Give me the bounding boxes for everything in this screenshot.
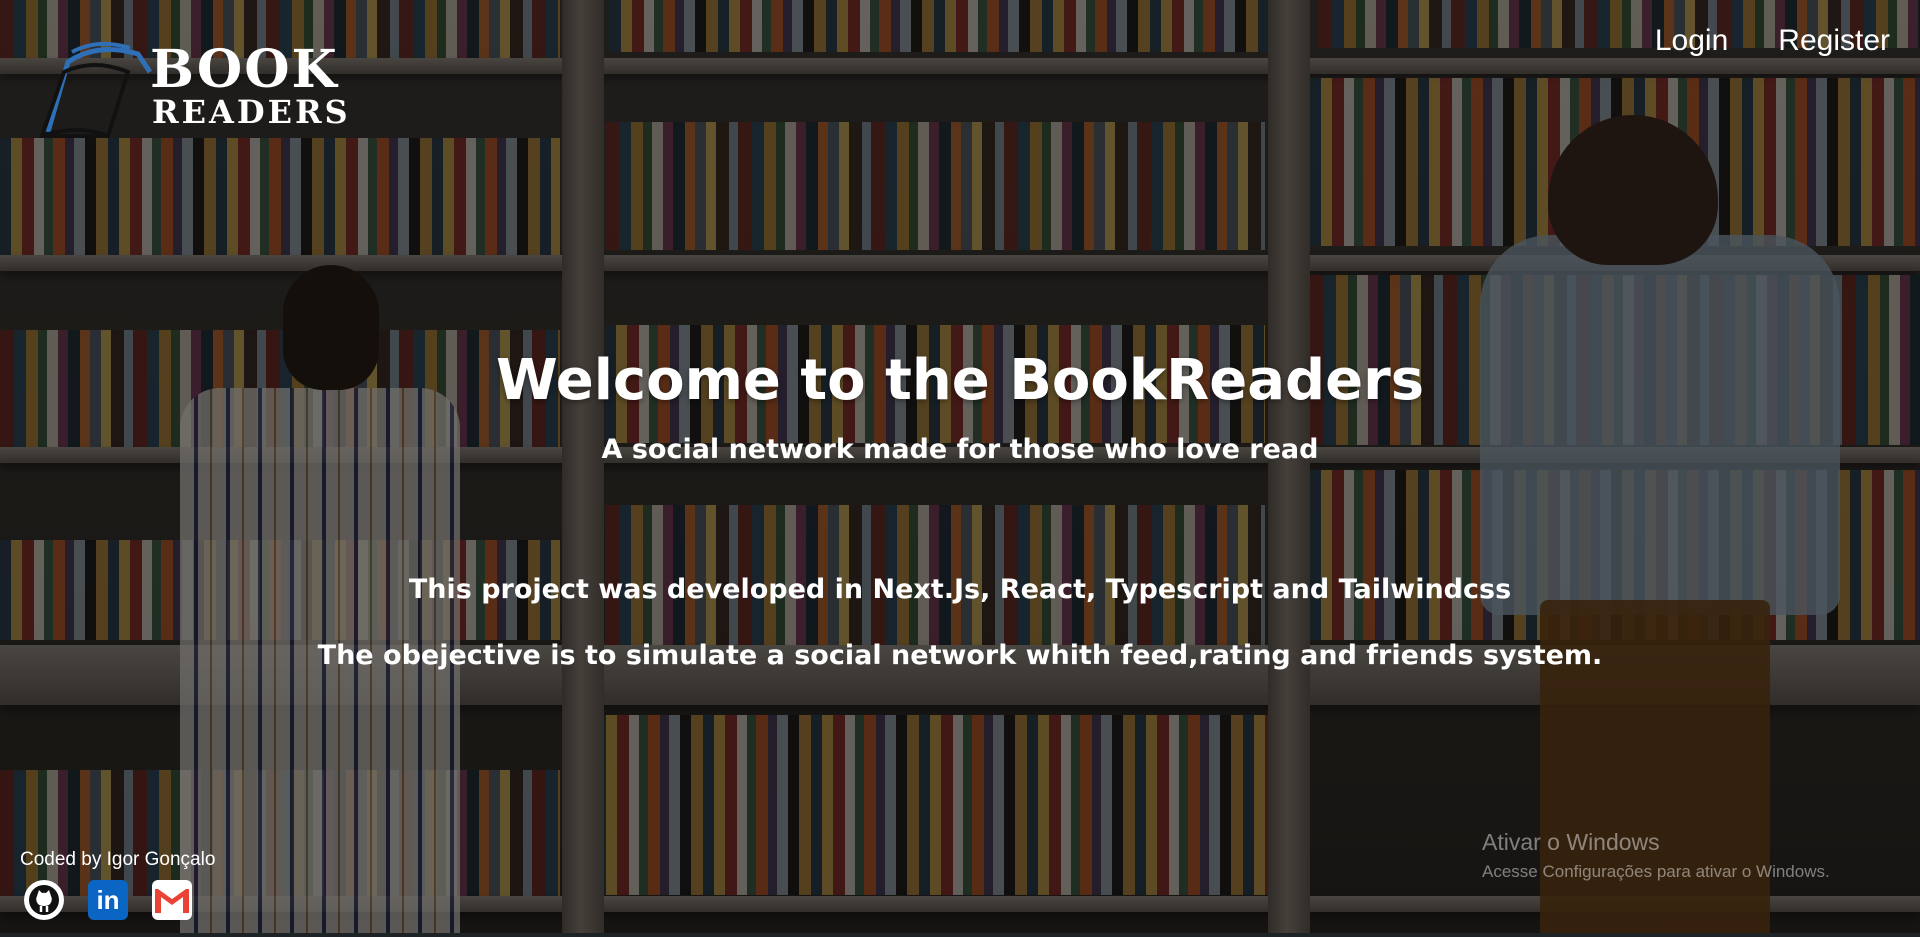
gmail-icon[interactable] (152, 880, 192, 920)
register-link[interactable]: Register (1778, 24, 1890, 58)
top-nav: Login Register (1655, 24, 1890, 58)
windows-activation-watermark: Ativar o Windows Acesse Configurações pa… (1482, 829, 1830, 882)
logo-text-book: BOOK (150, 39, 339, 100)
open-book-icon (39, 41, 153, 138)
project-description: This project was developed in Next.Js, R… (408, 574, 1512, 605)
github-icon[interactable] (24, 880, 64, 920)
linkedin-icon[interactable]: in (88, 880, 128, 920)
hero-title: Welcome to the BookReaders (495, 348, 1425, 413)
login-link[interactable]: Login (1655, 24, 1728, 58)
bottom-edge (0, 933, 1920, 937)
watermark-title: Ativar o Windows (1482, 829, 1660, 855)
hero-subtitle: A social network made for those who love… (601, 434, 1319, 465)
author-credit: Coded by Igor Gonçalo (20, 849, 216, 870)
social-links: in (24, 880, 192, 920)
background-bookshelf-image (0, 0, 1920, 937)
site-logo[interactable]: BOOK READERS (38, 26, 348, 138)
project-objective: The obejective is to simulate a social n… (317, 640, 1603, 671)
watermark-subtitle: Acesse Configurações para ativar o Windo… (1482, 862, 1830, 881)
logo-text-readers: READERS (152, 93, 351, 131)
